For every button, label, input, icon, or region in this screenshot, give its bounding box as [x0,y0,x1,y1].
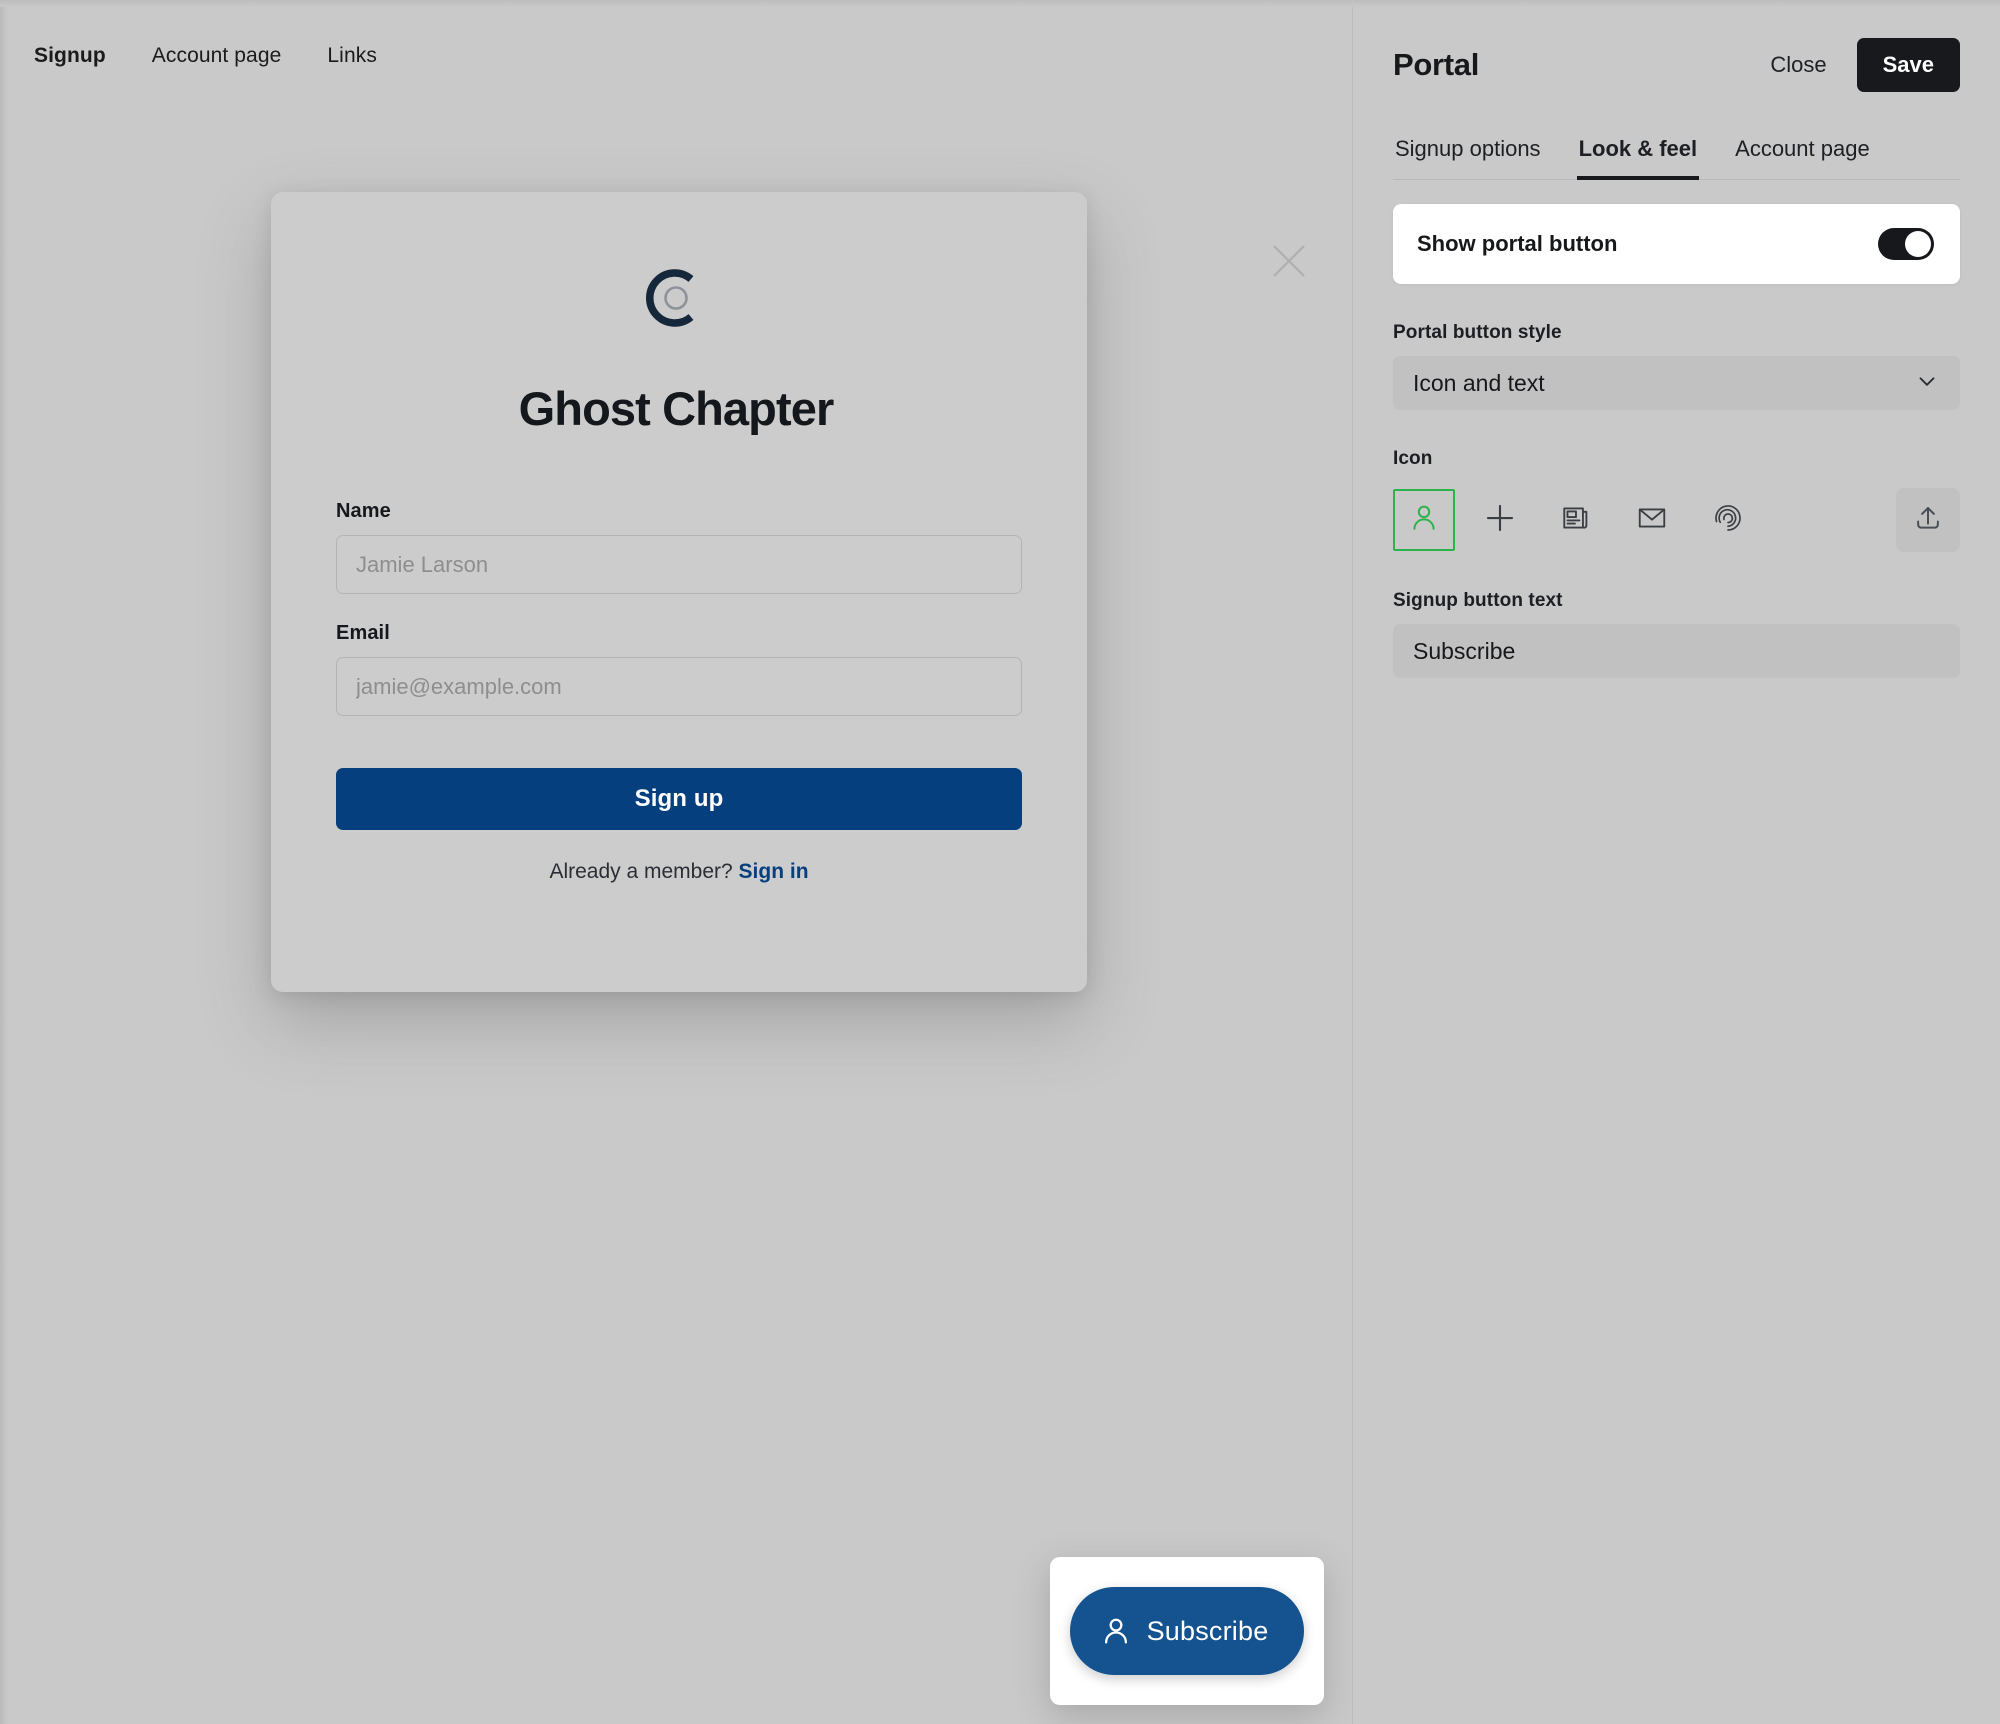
subscribe-button[interactable]: Subscribe [1069,1587,1305,1675]
member-prompt: Already a member? Sign in [336,860,1022,884]
name-field[interactable] [336,535,1022,594]
plus-icon [1483,501,1517,540]
icon-section-label: Icon [1393,448,1433,469]
settings-title: Portal [1393,47,1480,82]
icon-option-newspaper[interactable] [1545,489,1607,551]
tab-account-page[interactable]: Account page [1733,136,1872,180]
email-field[interactable] [336,657,1022,716]
icon-option-envelope[interactable] [1621,489,1683,551]
upload-icon [1912,502,1944,539]
portal-button-style-label: Portal button style [1393,322,1562,343]
icon-options-row [1393,488,1960,552]
settings-body: Show portal button Portal button style I… [1353,204,2000,678]
name-field-label: Name [336,500,391,522]
newspaper-icon [1560,502,1592,539]
portal-preview-pane: Signup Account page Links Ghost Chapter … [0,0,1352,1724]
show-portal-button-toggle[interactable] [1878,228,1934,260]
settings-header: Portal Close Save [1353,0,2000,92]
settings-tabs: Signup options Look & feel Account page [1393,136,1960,180]
tab-signup-options[interactable]: Signup options [1393,136,1543,180]
envelope-icon [1636,502,1668,539]
preview-tab-account-page[interactable]: Account page [148,38,286,74]
page-title: Ghost Chapter [518,382,835,435]
user-icon [1408,502,1440,539]
icon-option-plus[interactable] [1469,489,1531,551]
preview-tabs: Signup Account page Links [30,38,381,74]
toggle-knob [1905,231,1931,257]
close-icon[interactable] [1266,238,1312,284]
email-field-label: Email [336,622,390,644]
show-portal-button-label: Show portal button [1417,231,1618,256]
save-button[interactable]: Save [1856,38,1960,92]
upload-icon-button[interactable] [1896,488,1960,552]
ghost-chapter-logo [643,265,709,331]
preview-tab-signup[interactable]: Signup [30,38,110,74]
app-root: Signup Account page Links Ghost Chapter … [0,0,2000,1724]
subscribe-button-label: Subscribe [1146,1615,1269,1646]
signup-button-text-input[interactable] [1393,624,1960,678]
portal-settings-pane: Portal Close Save Signup options Look & … [1352,0,2000,1724]
signup-button-text-label: Signup button text [1393,590,1563,611]
user-icon [1100,1615,1132,1647]
signup-form: Name Email Sign up Already a member? Sig… [336,500,1022,884]
portal-button-style-value: Icon and text [1413,369,1545,396]
tab-look-and-feel[interactable]: Look & feel [1576,136,1700,180]
close-button[interactable]: Close [1766,46,1830,84]
portal-button-style-select[interactable]: Icon and text [1393,356,1960,410]
portal-button-preview: Subscribe [1050,1557,1324,1705]
show-portal-button-row: Show portal button [1393,204,1960,284]
icon-option-fingerprint[interactable] [1697,489,1759,551]
chevron-down-icon [1914,368,1940,399]
member-prompt-text: Already a member? [549,860,733,883]
signin-link[interactable]: Sign in [739,860,809,883]
preview-tab-links[interactable]: Links [323,38,381,74]
signup-submit-button[interactable]: Sign up [336,768,1022,830]
fingerprint-icon [1712,502,1744,539]
icon-option-user[interactable] [1393,489,1455,551]
settings-header-actions: Close Save [1766,38,1960,92]
